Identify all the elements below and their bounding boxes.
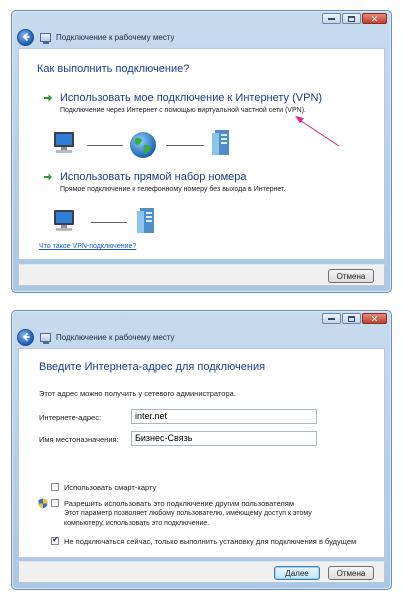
- maximize-button[interactable]: [342, 313, 361, 324]
- page-title: Введите Интернета-адрес для подключения: [39, 361, 266, 373]
- allow-others-description: Этот параметр позволяет любому пользоват…: [64, 510, 312, 517]
- minimize-button[interactable]: [322, 313, 341, 324]
- minimize-icon: [328, 317, 335, 320]
- window-controls: ✕: [322, 313, 387, 324]
- wizard-footer: Далее Отмена: [18, 561, 385, 583]
- allow-others-description: компьютеру, использовать это подключение…: [64, 520, 210, 527]
- close-button[interactable]: ✕: [362, 313, 387, 324]
- window-title: Подключение к рабочему месту: [56, 32, 175, 42]
- connection-line: [166, 145, 204, 146]
- cancel-button[interactable]: Отмена: [328, 269, 374, 283]
- maximize-icon: [348, 315, 355, 322]
- page-title: Как выполнить подключение?: [37, 63, 190, 75]
- window-title: Подключение к рабочему месту: [56, 332, 175, 342]
- computer-icon: [54, 210, 74, 231]
- wizard-footer: Отмена: [18, 264, 385, 286]
- server-icon: [212, 130, 229, 155]
- option-dialup-description: Прямое подключение к телефонному номеру …: [60, 186, 286, 193]
- minimize-icon: [328, 17, 335, 20]
- connection-line: [87, 145, 123, 146]
- option-vpn-title[interactable]: Использовать мое подключение к Интернету…: [60, 92, 322, 104]
- cancel-button[interactable]: Отмена: [328, 566, 374, 580]
- destination-input[interactable]: Бизнес-Связь: [131, 431, 317, 446]
- wizard-content: Как выполнить подключение? Использовать …: [18, 48, 385, 260]
- connection-line: [91, 222, 127, 223]
- network-connection-icon: [40, 32, 51, 44]
- maximize-button[interactable]: [342, 13, 361, 24]
- dont-connect-label: Не подключаться сейчас, только выполнить…: [64, 537, 357, 546]
- internet-globe-icon: [130, 132, 156, 158]
- option-dialup-title[interactable]: Использовать прямой набор номера: [60, 171, 247, 183]
- address-input[interactable]: inter.net: [131, 409, 317, 424]
- green-arrow-icon: [44, 94, 52, 102]
- smartcard-checkbox[interactable]: [51, 483, 59, 491]
- allow-others-checkbox[interactable]: [51, 499, 59, 507]
- destination-label: Имя местоназначения:: [39, 435, 119, 444]
- what-is-vpn-link[interactable]: Что такое VPN-подключение?: [39, 243, 136, 250]
- admin-info-text: Этот адрес можно получить у сетевого адм…: [39, 389, 236, 398]
- next-button[interactable]: Далее: [274, 566, 320, 580]
- network-connection-icon: [40, 332, 51, 344]
- navigation-bar: Подключение к рабочему месту: [12, 26, 391, 48]
- close-button[interactable]: ✕: [362, 13, 387, 24]
- wizard-content: Введите Интернета-адрес для подключения …: [18, 348, 385, 558]
- back-arrow-icon: [22, 332, 29, 342]
- back-button[interactable]: [17, 328, 34, 346]
- title-bar: ✕: [12, 311, 391, 325]
- computer-icon: [54, 132, 74, 153]
- uac-shield-icon: [38, 498, 48, 509]
- title-bar: ✕: [12, 11, 391, 25]
- back-button[interactable]: [17, 28, 34, 46]
- window-controls: ✕: [322, 13, 387, 24]
- server-icon: [137, 208, 154, 233]
- navigation-bar: Подключение к рабочему месту: [12, 326, 391, 348]
- address-label: Интернете-адрес:: [39, 413, 102, 422]
- close-icon: ✕: [370, 13, 379, 24]
- green-arrow-icon: [44, 173, 52, 181]
- close-icon: ✕: [370, 313, 379, 324]
- smartcard-label: Использовать смарт-карту: [64, 483, 157, 492]
- option-vpn-description: Подключение через Интернет с помощью вир…: [60, 107, 306, 114]
- wizard-window-choose-method: ✕ Подключение к рабочему месту Как выпол…: [11, 10, 392, 293]
- minimize-button[interactable]: [322, 13, 341, 24]
- wizard-window-enter-address: ✕ Подключение к рабочему месту Введите И…: [11, 310, 392, 590]
- dont-connect-checkbox[interactable]: [51, 535, 59, 545]
- allow-others-label: Разрешить использовать это подключение д…: [64, 499, 295, 508]
- back-arrow-icon: [22, 32, 29, 42]
- maximize-icon: [348, 15, 355, 22]
